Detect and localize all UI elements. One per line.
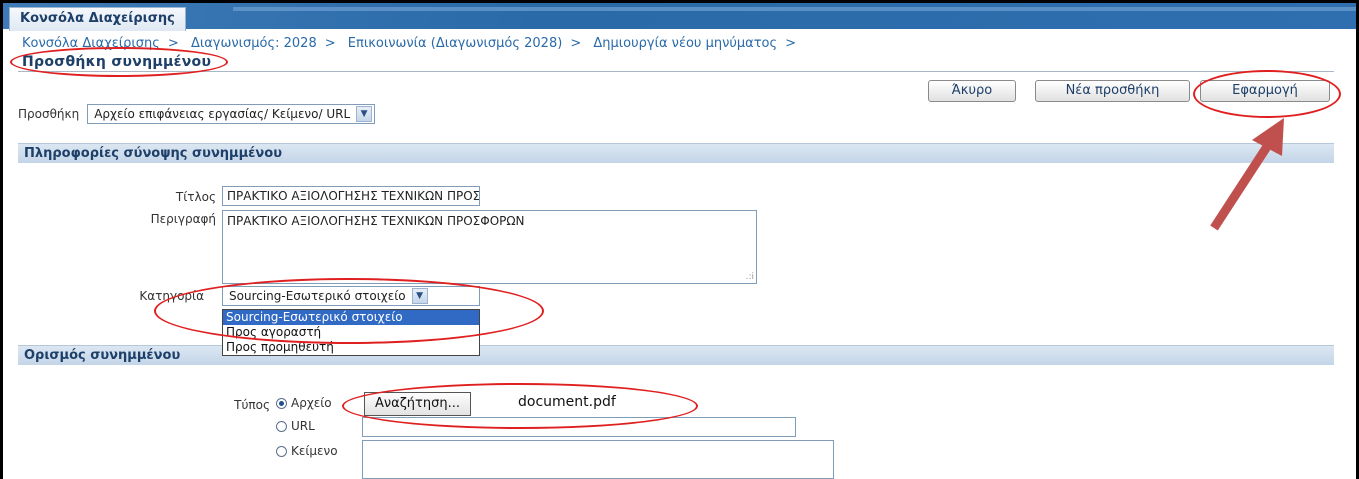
radio-text-label: Κείμενο <box>291 444 338 458</box>
category-option-supplier[interactable]: Προς προμηθευτή <box>223 340 479 355</box>
radio-text[interactable]: Κείμενο <box>276 444 338 458</box>
url-input[interactable] <box>362 417 796 437</box>
chevron-down-icon[interactable]: ▼ <box>411 288 428 304</box>
top-header-bar: Κονσόλα Διαχείρισης <box>3 3 1356 31</box>
radio-file[interactable]: Αρχείο <box>276 396 332 410</box>
radio-file-label: Αρχείο <box>291 396 332 410</box>
breadcrumb-separator: > <box>167 36 179 51</box>
breadcrumb-link-tender[interactable]: Διαγωνισμός: 2028 <box>191 36 317 51</box>
header-stripe <box>233 7 1356 11</box>
add-type-value: Αρχείο επιφάνειας εργασίας/ Κείμενο/ URL <box>94 107 351 121</box>
breadcrumb-link-communication[interactable]: Επικοινωνία (Διαγωνισμός 2028) <box>348 36 563 51</box>
cancel-button[interactable]: Άκυρο <box>928 80 1016 102</box>
description-textarea[interactable]: ΠΡΑΚΤΙΚΟ ΑΞΙΟΛΟΓΗΣΗΣ ΤΕΧΝΙΚΩΝ ΠΡΟΣΦΟΡΩΝ … <box>222 210 757 284</box>
page-title: Προσθήκη συνημμένου <box>22 54 212 70</box>
selected-file-name: document.pdf <box>518 394 616 410</box>
breadcrumb-separator: > <box>570 36 582 51</box>
category-option-buyer[interactable]: Προς αγοραστή <box>223 325 479 340</box>
breadcrumb-link-admin-console[interactable]: Κονσόλα Διαχείρισης <box>22 36 160 51</box>
add-new-button[interactable]: Νέα προσθήκη <box>1035 80 1190 102</box>
breadcrumb-separator: > <box>324 36 336 51</box>
text-content-textarea[interactable] <box>362 440 834 479</box>
title-divider <box>18 71 1334 72</box>
radio-url[interactable]: URL <box>276 419 315 433</box>
description-value: ΠΡΑΚΤΙΚΟ ΑΞΙΟΛΟΓΗΣΗΣ ΤΕΧΝΙΚΩΝ ΠΡΟΣΦΟΡΩΝ <box>227 214 525 228</box>
type-label: Τύπος <box>234 398 270 412</box>
description-label: Περιγραφή <box>150 212 216 226</box>
chevron-down-icon[interactable]: ▼ <box>356 106 373 122</box>
title-label: Τίτλος <box>175 190 216 204</box>
apply-button[interactable]: Εφαρμογή <box>1200 80 1330 102</box>
category-dropdown-list: Sourcing-Εσωτερικό στοιχείο Προς αγοραστ… <box>222 309 480 356</box>
radio-selected-icon[interactable] <box>276 397 287 409</box>
add-type-row: Προσθήκη Αρχείο επιφάνειας εργασίας/ Κεί… <box>18 104 376 124</box>
category-option-internal[interactable]: Sourcing-Εσωτερικό στοιχείο <box>223 310 479 325</box>
breadcrumb: Κονσόλα Διαχείρισης > Διαγωνισμός: 2028 > … <box>22 36 804 51</box>
radio-url-label: URL <box>291 419 315 433</box>
breadcrumb-separator: > <box>785 36 797 51</box>
category-label: Κατηγορία <box>139 289 204 303</box>
add-type-label: Προσθήκη <box>18 107 80 121</box>
summary-section-header: Πληροφορίες σύνοψης συνημμένου <box>18 143 1334 163</box>
category-value: Sourcing-Εσωτερικό στοιχείο <box>229 289 406 303</box>
radio-unselected-icon[interactable] <box>276 445 287 457</box>
annotation-arrow-icon <box>1210 118 1284 231</box>
resize-handle-icon[interactable]: .:i <box>746 272 754 282</box>
add-type-select[interactable]: Αρχείο επιφάνειας εργασίας/ Κείμενο/ URL… <box>87 104 376 124</box>
category-select[interactable]: Sourcing-Εσωτερικό στοιχείο ▼ <box>222 286 480 306</box>
definition-section-header: Ορισμός συνημμένου <box>18 345 1334 365</box>
tab-admin-console[interactable]: Κονσόλα Διαχείρισης <box>9 7 186 31</box>
radio-unselected-icon[interactable] <box>276 420 287 432</box>
breadcrumb-link-new-message[interactable]: Δημιουργία νέου μηνύματος <box>593 36 777 51</box>
title-input[interactable]: ΠΡΑΚΤΙΚΟ ΑΞΙΟΛΟΓΗΣΗΣ ΤΕΧΝΙΚΩΝ ΠΡΟΣΦΟΡΩ <box>222 186 480 206</box>
browse-button[interactable]: Αναζήτηση... <box>364 392 471 416</box>
